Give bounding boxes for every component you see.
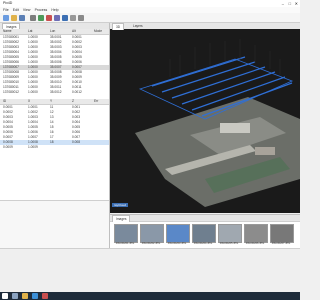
image-caption: DSC00207.JPG <box>271 242 291 245</box>
taskbar <box>0 292 300 300</box>
left-bottom-panel <box>0 200 109 249</box>
sub-col-err[interactable]: Err <box>94 99 98 104</box>
toolbar <box>0 13 300 23</box>
image-thumbnail[interactable] <box>218 224 242 243</box>
image-caption: DSC00203.JPG <box>167 242 187 245</box>
save-icon[interactable] <box>19 14 25 21</box>
image-table: 137080001 1.0000 35.0001 0.0001 137080002 1.0… <box>0 35 109 95</box>
sub-col-id[interactable]: ID <box>3 99 6 104</box>
table-cell: 1.0000 <box>28 90 38 94</box>
menu-item-help[interactable]: Help <box>51 8 58 12</box>
terrain-warehouse <box>220 123 250 133</box>
image-thumbnail[interactable] <box>140 224 164 243</box>
sub-col-y[interactable]: Y <box>50 99 52 104</box>
menu-item-file[interactable]: File <box>3 8 9 12</box>
image-caption: DSC00204.JPG <box>193 242 213 245</box>
start-icon[interactable] <box>2 293 8 299</box>
image-caption: DSC00202.JPG <box>141 242 161 245</box>
gcp-row[interactable]: 0.0009 1.0009 <box>0 145 109 150</box>
table-cell: 137080012 <box>3 90 19 94</box>
images-tabbar: Images <box>110 215 300 222</box>
image-thumbnail[interactable] <box>270 224 294 243</box>
image-thumbnail[interactable] <box>244 224 268 243</box>
terrain-shed <box>255 147 275 155</box>
measure-icon[interactable] <box>70 14 76 21</box>
col-header-mode[interactable]: Mode <box>94 29 102 34</box>
table-cell: 0.0012 <box>72 90 82 94</box>
gcp-cell: 0.0009 <box>3 145 13 149</box>
browser-icon[interactable] <box>32 293 38 299</box>
viewport-label: rayCloud <box>112 203 129 207</box>
camera-icon[interactable] <box>30 14 36 21</box>
image-thumbnail[interactable] <box>114 224 138 243</box>
gcp-cell: 1.0009 <box>28 145 38 149</box>
col-header-lat[interactable]: Lat <box>28 29 32 34</box>
menu-item-edit[interactable]: Edit <box>13 8 19 12</box>
3d-viewport[interactable]: 3D Layers rayCloud <box>110 23 300 213</box>
open-project-icon[interactable] <box>11 14 17 21</box>
minimize-button[interactable]: – <box>282 0 284 7</box>
col-header-name[interactable]: Name <box>3 29 12 34</box>
col-header-alt[interactable]: Alt <box>72 29 76 34</box>
sub-col-x[interactable]: X <box>28 99 30 104</box>
table-row[interactable]: 137080012 1.0000 35.0012 0.0012 <box>0 90 109 95</box>
images-panel: Images DSC00201.JPG DSC00202.JPG DSC00203.… <box>110 214 300 249</box>
settings-icon[interactable] <box>78 14 84 21</box>
close-button[interactable]: ✕ <box>295 0 298 7</box>
window-title: Pix4D <box>3 1 13 5</box>
col-header-lon[interactable]: Lon <box>50 29 55 34</box>
image-caption: DSC00201.JPG <box>115 242 135 245</box>
menu-item-view[interactable]: View <box>23 8 31 12</box>
point-cloud-view[interactable] <box>110 29 300 213</box>
explorer-icon[interactable] <box>22 293 28 299</box>
gcp-table: 0.0001 1.0001 11 0.001 0.0002 1.0002 12 0.002 0.… <box>0 105 109 155</box>
layers-icon[interactable] <box>54 14 60 21</box>
bottom-area <box>0 248 300 293</box>
map-icon[interactable] <box>46 14 52 21</box>
image-caption: DSC00205.JPG <box>219 242 239 245</box>
tab-images-strip[interactable]: Images <box>112 215 131 222</box>
app-icon[interactable] <box>42 293 48 299</box>
image-caption: DSC00206.JPG <box>245 242 265 245</box>
sub-col-z[interactable]: Z <box>72 99 74 104</box>
table-cell: 35.0012 <box>50 90 62 94</box>
process-icon[interactable] <box>38 14 44 21</box>
point-cloud-icon[interactable] <box>62 14 68 21</box>
new-project-icon[interactable] <box>3 14 9 21</box>
menu-item-process[interactable]: Process <box>35 8 48 12</box>
maximize-button[interactable]: □ <box>289 0 291 7</box>
image-thumbnail[interactable] <box>192 224 216 243</box>
search-icon[interactable] <box>12 293 18 299</box>
image-thumbnail[interactable] <box>166 224 190 243</box>
